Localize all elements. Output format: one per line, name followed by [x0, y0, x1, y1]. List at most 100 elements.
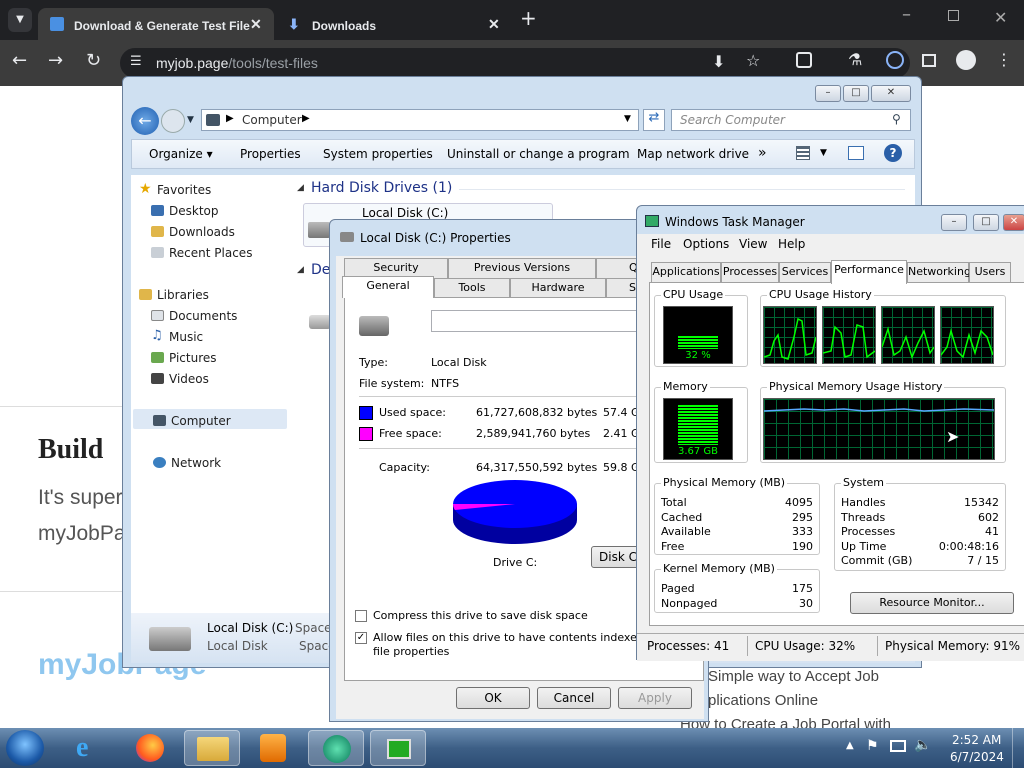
breadcrumb-arrow-icon[interactable]: ▶	[226, 113, 234, 124]
file-explorer-icon[interactable]	[184, 730, 240, 766]
internet-explorer-icon[interactable]: e	[62, 730, 118, 766]
map-drive-button[interactable]: Map network drive	[637, 147, 749, 161]
tab-performance[interactable]: Performance	[831, 260, 907, 284]
menu-file[interactable]: File	[651, 237, 671, 251]
nav-recent-places[interactable]: Recent Places	[151, 246, 252, 260]
start-button[interactable]	[6, 730, 44, 766]
show-hidden-icons[interactable]: ▲	[846, 740, 854, 751]
view-dropdown-icon[interactable]: ▼	[820, 148, 827, 158]
extensions-icon[interactable]	[796, 52, 812, 68]
more-commands-button[interactable]: »	[758, 145, 767, 161]
compress-checkbox[interactable]	[355, 610, 367, 622]
recent-pages-icon[interactable]: ▼	[187, 115, 194, 125]
forward-button[interactable]	[161, 109, 185, 133]
menu-kebab-icon[interactable]: ⋮	[996, 50, 1012, 69]
tab-hardware[interactable]: Hardware	[510, 278, 606, 298]
tab-applications[interactable]: Applications	[651, 262, 721, 282]
firefox-icon[interactable]	[124, 730, 180, 766]
ok-button[interactable]: OK	[456, 687, 530, 709]
clock-time[interactable]: 2:52 AM	[952, 733, 1001, 747]
volume-muted-icon[interactable]: 🔈	[914, 737, 931, 753]
profile-avatar-icon[interactable]	[956, 50, 976, 70]
organize-menu[interactable]: Organize ▾	[149, 147, 213, 161]
back-arrow-icon[interactable]: ←	[12, 50, 27, 71]
nav-downloads[interactable]: Downloads	[151, 225, 235, 239]
nav-computer[interactable]: Computer	[153, 414, 231, 428]
collapse-arrow-icon[interactable]: ◢	[297, 265, 304, 275]
tab-networking[interactable]: Networking	[907, 262, 971, 282]
nav-pictures[interactable]: Pictures	[151, 351, 217, 365]
breadcrumb[interactable]: Computer	[242, 113, 302, 127]
close-tab-icon[interactable]: ✕	[250, 16, 262, 33]
tab-downloads[interactable]: ⬇ Downloads ✕	[276, 8, 512, 40]
menu-help[interactable]: Help	[778, 237, 805, 251]
tab-previous-versions[interactable]: Previous Versions	[448, 258, 596, 278]
article-link[interactable]: plications Online	[708, 692, 818, 709]
tab-active[interactable]: Download & Generate Test File ✕	[38, 8, 274, 40]
maximize-button[interactable]: □	[843, 85, 869, 102]
cancel-button[interactable]: Cancel	[537, 687, 611, 709]
tab-services[interactable]: Services	[779, 262, 831, 282]
network-icon[interactable]	[890, 740, 906, 752]
address-bar[interactable]: ☰ myjob.page/tools/test-files ⬇ ☆	[120, 48, 910, 78]
preview-pane-icon[interactable]	[848, 146, 864, 160]
view-options-icon[interactable]	[796, 146, 810, 160]
tab-security[interactable]: Security	[344, 258, 448, 278]
minimize-icon[interactable]: –	[902, 4, 911, 25]
tab-general[interactable]: General	[342, 276, 434, 298]
address-field[interactable]: ▶ Computer ▶ ▼	[201, 109, 639, 131]
back-button[interactable]: ←	[131, 107, 159, 135]
nav-network[interactable]: Network	[153, 456, 221, 470]
new-tab-button[interactable]: +	[520, 6, 537, 30]
system-properties-button[interactable]: System properties	[323, 147, 433, 161]
action-center-flag-icon[interactable]: ⚑	[866, 738, 879, 754]
nav-desktop[interactable]: Desktop	[151, 204, 219, 218]
article-link[interactable]: How to Create a Job Portal with	[680, 716, 891, 728]
close-button[interactable]: ✕	[871, 85, 911, 102]
close-window-icon[interactable]: ✕	[994, 8, 1007, 27]
address-dropdown-icon[interactable]: ▼	[624, 114, 631, 124]
menu-view[interactable]: View	[739, 237, 767, 251]
tab-tools[interactable]: Tools	[434, 278, 510, 298]
forward-arrow-icon[interactable]: →	[48, 50, 63, 71]
properties-button[interactable]: Properties	[240, 147, 301, 161]
show-desktop-button[interactable]	[1012, 728, 1024, 768]
menu-options[interactable]: Options	[683, 237, 729, 251]
nav-libraries[interactable]: Libraries	[139, 288, 209, 302]
breadcrumb-arrow-icon[interactable]: ▶	[302, 113, 310, 124]
tab-users[interactable]: Users	[969, 262, 1011, 282]
uninstall-button[interactable]: Uninstall or change a program	[447, 147, 630, 161]
task-manager-taskbar-icon[interactable]	[370, 730, 426, 766]
minimize-button[interactable]: –	[815, 85, 841, 102]
apply-button[interactable]: Apply	[618, 687, 692, 709]
tab-search-button[interactable]: ▼	[8, 8, 32, 32]
download-icon[interactable]: ⬇	[712, 52, 725, 71]
maximize-button[interactable]: □	[973, 214, 999, 231]
bookmark-star-icon[interactable]: ☆	[746, 51, 760, 70]
index-checkbox[interactable]: ✓	[355, 632, 367, 644]
article-link[interactable]: Simple way to Accept Job	[708, 668, 879, 685]
tab-processes[interactable]: Processes	[721, 262, 779, 282]
clock-date[interactable]: 6/7/2024	[950, 750, 1004, 764]
screen-recorder-icon[interactable]	[308, 730, 364, 766]
extension-globe-icon[interactable]	[886, 51, 904, 69]
nav-documents[interactable]: Documents	[151, 309, 237, 323]
nav-videos[interactable]: Videos	[151, 372, 209, 386]
resource-monitor-button[interactable]: Resource Monitor...	[850, 592, 1014, 614]
close-tab-icon[interactable]: ✕	[488, 16, 500, 33]
help-icon[interactable]: ?	[884, 144, 902, 162]
refresh-button[interactable]: ⇄	[643, 109, 665, 131]
close-button[interactable]: ✕	[1003, 214, 1024, 231]
search-box[interactable]: Search Computer ⚲	[671, 109, 911, 131]
nav-favorites[interactable]: ★ Favorites	[139, 181, 211, 197]
nav-music[interactable]: ♫ Music	[151, 328, 203, 344]
collapse-arrow-icon[interactable]: ◢	[297, 183, 304, 193]
media-player-icon[interactable]	[246, 730, 302, 766]
minimize-button[interactable]: –	[941, 214, 967, 231]
dvd-drive-icon[interactable]	[309, 315, 331, 329]
side-panel-icon[interactable]	[922, 54, 936, 67]
site-info-icon[interactable]: ☰	[130, 54, 142, 69]
restore-icon[interactable]	[948, 10, 959, 21]
labs-flask-icon[interactable]: ⚗	[848, 50, 862, 69]
reload-icon[interactable]: ↻	[86, 50, 101, 71]
